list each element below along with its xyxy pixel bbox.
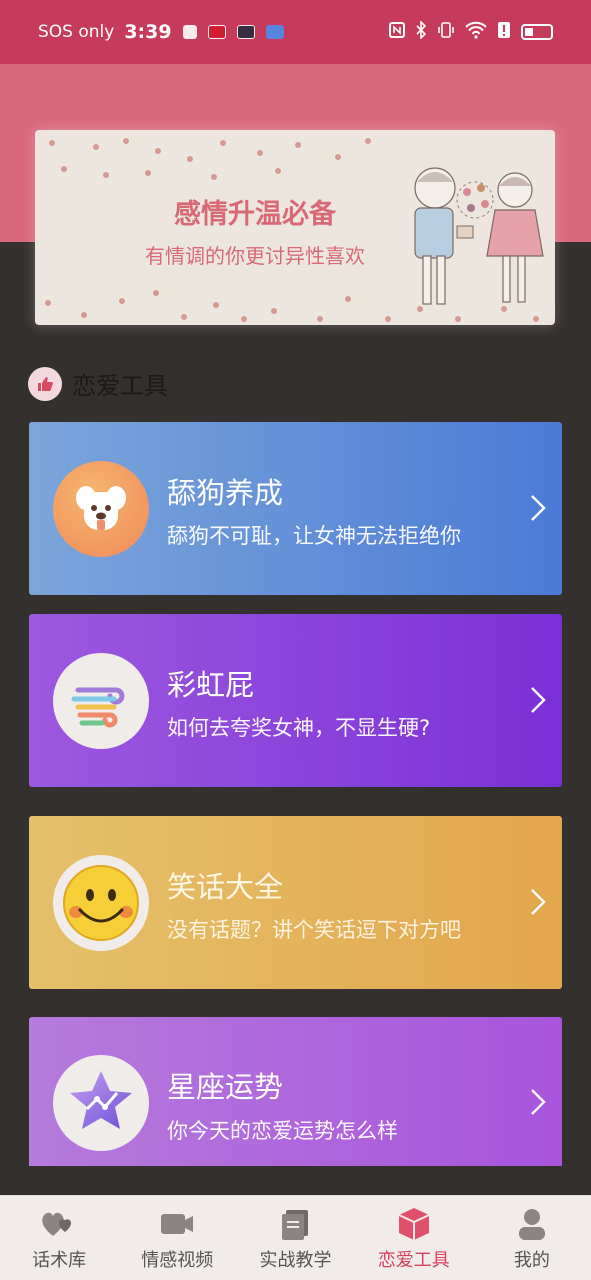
person-icon [518,1209,545,1240]
card-subtitle: 你今天的恋爱运势怎么样 [167,1119,398,1143]
status-bar: SOS only 3:39 [0,0,591,64]
bluetooth-icon [415,20,427,43]
wifi-icon [465,21,487,43]
dog-icon [53,461,149,557]
nav-label: 我的 [513,1250,550,1271]
nav-label: 恋爱工具 [377,1250,450,1271]
nav-label: 情感视频 [141,1250,214,1271]
carrier-text: SOS only [38,22,115,42]
app-notification-icon [265,25,284,39]
nav-item-teaching[interactable]: 实战教学 [236,1196,354,1280]
star-icon [53,1055,149,1151]
video-icon [161,1214,194,1234]
app-notification-icon [207,25,226,39]
nav-item-scripts[interactable]: 话术库 [0,1196,118,1280]
nav-item-love-tools[interactable]: 恋爱工具 [355,1196,473,1280]
shield-icon [182,25,197,39]
card-title: 舔狗养成 [167,476,284,510]
nav-label: 实战教学 [259,1250,332,1271]
card-subtitle: 没有话题？讲个笑话逗下对方吧 [167,918,461,942]
tool-card-horoscope[interactable]: 星座运势 你今天的恋爱运势怎么样 [29,1017,562,1166]
rainbow-icon [53,653,149,749]
smiley-icon [53,855,149,951]
battery-icon [521,24,553,40]
tool-card-jokes[interactable]: 笑话大全 没有话题？讲个笑话逗下对方吧 [29,816,562,989]
chevron-right-icon [531,495,546,521]
card-subtitle: 如何去夸奖女神，不显生硬? [167,716,431,740]
bottom-nav: 话术库 情感视频 实战教学 恋爱工具 我的 [0,1195,591,1280]
tool-card-dog[interactable]: 舔狗养成 舔狗不可耻，让女神无法拒绝你 [29,422,562,595]
card-title: 笑话大全 [167,870,284,904]
cube-icon [398,1208,430,1240]
nav-label: 话术库 [32,1250,87,1271]
card-title: 星座运势 [167,1070,284,1104]
nfc-icon [389,22,405,42]
banner-subtitle: 有情调的你更讨异性喜欢 [145,244,365,268]
chevron-right-icon [531,1089,546,1115]
tool-card-rainbow[interactable]: 彩虹屁 如何去夸奖女神，不显生硬? [29,614,562,787]
chevron-right-icon [531,687,546,713]
chevron-right-icon [531,889,546,915]
app-notification-icon [236,25,255,39]
thumbs-up-icon [28,366,62,401]
banner-title: 感情升温必备 [174,199,336,230]
nav-item-videos[interactable]: 情感视频 [118,1196,236,1280]
card-subtitle: 舔狗不可耻，让女神无法拒绝你 [167,524,461,548]
promo-banner[interactable]: 感情升温必备 有情调的你更讨异性喜欢 [35,130,555,325]
couple-illustration [414,167,544,305]
card-title: 彩虹屁 [167,668,255,702]
nav-item-profile[interactable]: 我的 [473,1196,591,1280]
section-header: 恋爱工具 [28,366,168,401]
hearts-icon [42,1212,72,1236]
clock: 3:39 [124,21,172,43]
book-icon [281,1210,308,1240]
vibrate-icon [437,21,455,43]
section-title: 恋爱工具 [72,372,168,400]
alert-icon [497,21,511,43]
